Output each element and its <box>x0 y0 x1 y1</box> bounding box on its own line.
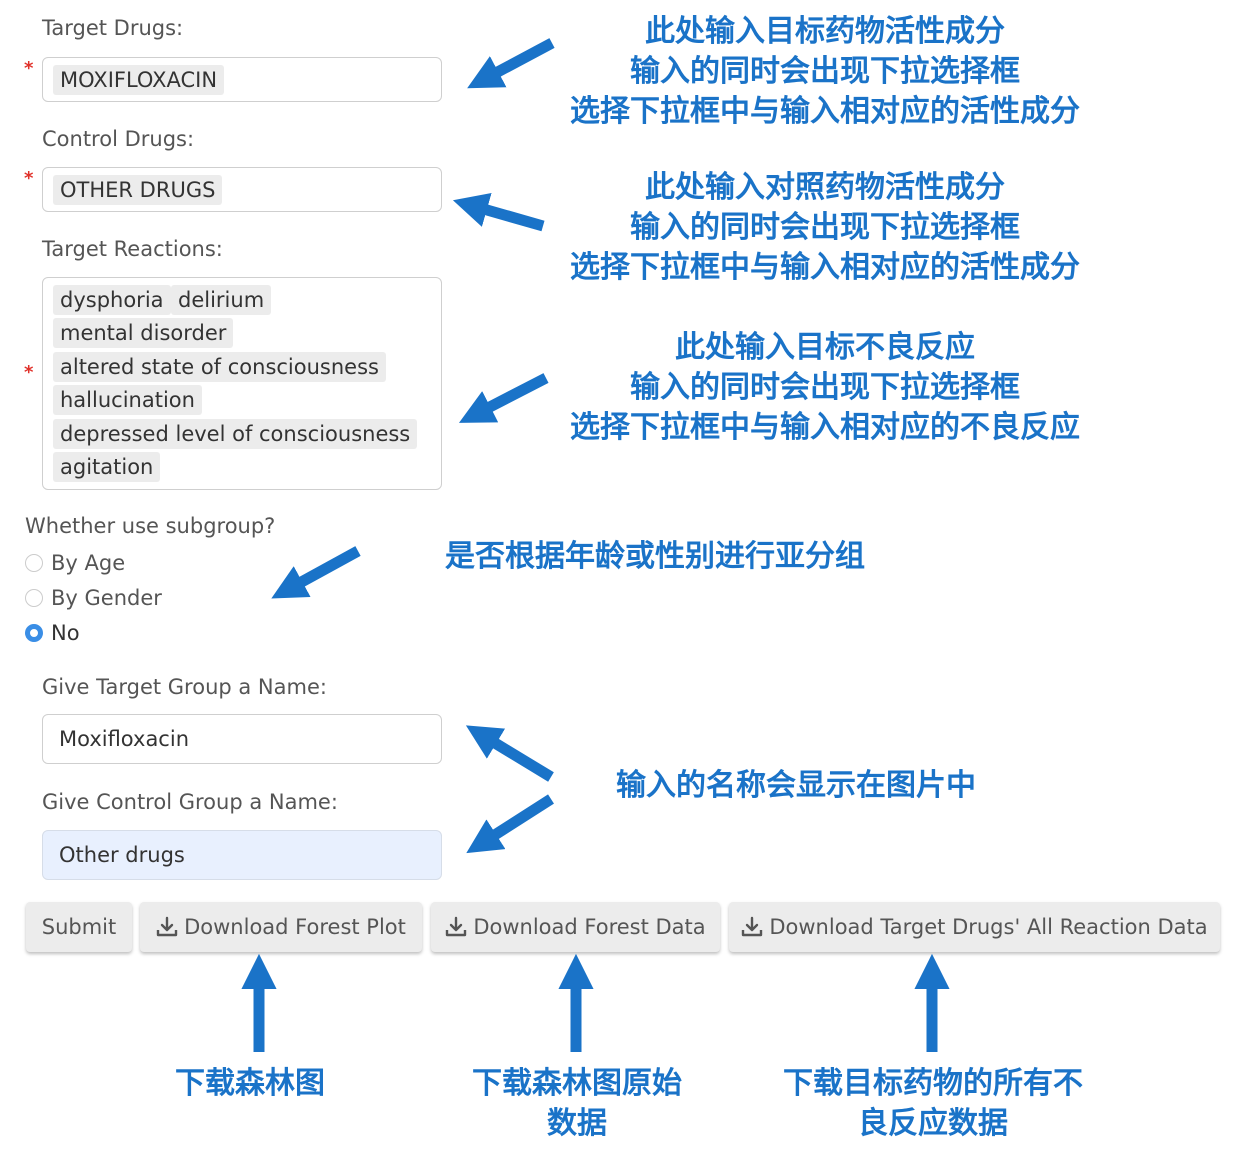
annotation-line: 此处输入目标药物活性成分 <box>645 14 1005 49</box>
annotation-line: 下载目标药物的所有不 <box>783 1066 1083 1101</box>
arrow-icon <box>465 725 554 782</box>
annotation-target-drugs: 此处输入目标药物活性成分 输入的同时会出现下拉选择框 选择下拉框中与输入相对应的… <box>540 12 1110 132</box>
arrow-icon <box>458 373 549 423</box>
annotation-line: 良反应数据 <box>858 1106 1008 1141</box>
annotation-line: 选择下拉框中与输入相对应的不良反应 <box>570 410 1080 445</box>
arrow-icon <box>452 193 545 232</box>
annotation-line: 数据 <box>547 1106 607 1141</box>
annotation-subgroup: 是否根据年龄或性别进行亚分组 <box>445 539 865 574</box>
annotation-control-drugs: 此处输入对照药物活性成分 输入的同时会出现下拉选择框 选择下拉框中与输入相对应的… <box>540 168 1110 288</box>
arrow-icon <box>466 794 554 854</box>
arrow-icon <box>271 546 361 599</box>
annotation-all-reaction: 下载目标药物的所有不 良反应数据 <box>760 1064 1106 1144</box>
annotation-forest-data: 下载森林图原始 数据 <box>455 1064 699 1144</box>
annotation-line: 选择下拉框中与输入相对应的活性成分 <box>570 250 1080 285</box>
annotation-group-names: 输入的名称会显示在图片中 <box>616 768 976 803</box>
annotation-line: 下载森林图原始 <box>472 1066 682 1101</box>
annotation-line: 此处输入对照药物活性成分 <box>645 170 1005 205</box>
annotation-line: 选择下拉框中与输入相对应的活性成分 <box>570 94 1080 129</box>
annotation-target-reactions: 此处输入目标不良反应 输入的同时会出现下拉选择框 选择下拉框中与输入相对应的不良… <box>540 328 1110 448</box>
annotation-forest-plot: 下载森林图 <box>175 1066 325 1101</box>
annotation-line: 输入的同时会出现下拉选择框 <box>630 370 1020 405</box>
annotation-line: 输入的同时会出现下拉选择框 <box>630 54 1020 89</box>
annotation-line: 此处输入目标不良反应 <box>675 330 975 365</box>
annotation-line: 输入的同时会出现下拉选择框 <box>630 210 1020 245</box>
